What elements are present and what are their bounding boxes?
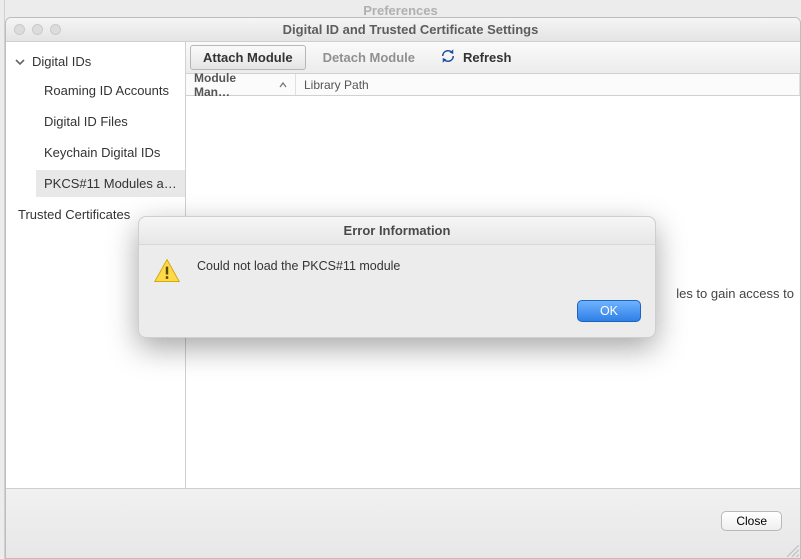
warning-icon — [153, 257, 181, 288]
window-title: Digital ID and Trusted Certificate Setti… — [61, 22, 800, 37]
footer: Close — [6, 488, 800, 558]
sidebar-item-pkcs11[interactable]: PKCS#11 Modules and Tokens — [36, 170, 185, 197]
column-module-manufacturer[interactable]: Module Man… — [186, 74, 296, 95]
close-dot-icon[interactable] — [14, 24, 25, 35]
error-dialog: Error Information Could not load the PKC… — [138, 216, 656, 338]
refresh-button[interactable]: Refresh — [429, 42, 521, 73]
window-controls — [6, 24, 61, 35]
column-library-path[interactable]: Library Path — [296, 74, 800, 95]
zoom-dot-icon[interactable] — [50, 24, 61, 35]
chevron-down-icon — [14, 56, 26, 68]
button-label: Close — [736, 514, 767, 528]
minimize-dot-icon[interactable] — [32, 24, 43, 35]
sidebar-item-digital-id-files[interactable]: Digital ID Files — [36, 108, 185, 135]
dialog-message: Could not load the PKCS#11 module — [197, 257, 400, 288]
column-label: Library Path — [304, 78, 369, 92]
background-window-title: Preferences — [0, 0, 801, 18]
sidebar-item-keychain[interactable]: Keychain Digital IDs — [36, 139, 185, 166]
ok-button[interactable]: OK — [577, 300, 641, 322]
column-label: Module Man… — [194, 71, 275, 99]
dialog-title: Error Information — [139, 217, 655, 245]
detach-module-button[interactable]: Detach Module — [309, 42, 429, 73]
table-header: Module Man… Library Path — [186, 74, 800, 96]
resize-grip-icon[interactable] — [778, 536, 800, 558]
sidebar-root-label: Digital IDs — [32, 54, 177, 69]
titlebar: Digital ID and Trusted Certificate Setti… — [6, 18, 800, 42]
sidebar-item-label: Digital ID Files — [44, 114, 128, 129]
sidebar-item-roaming-id[interactable]: Roaming ID Accounts — [36, 77, 185, 104]
button-label: OK — [600, 304, 618, 318]
button-label: Attach Module — [203, 50, 293, 65]
sidebar-children: Roaming ID Accounts Digital ID Files Key… — [6, 77, 185, 197]
close-button[interactable]: Close — [721, 511, 782, 531]
sidebar-item-label: Keychain Digital IDs — [44, 145, 160, 160]
refresh-icon — [439, 47, 457, 68]
dialog-body: Could not load the PKCS#11 module — [139, 245, 655, 294]
button-label: Detach Module — [323, 50, 415, 65]
sidebar-item-label: Trusted Certificates — [18, 207, 130, 222]
sidebar-root-digital-ids[interactable]: Digital IDs — [6, 50, 185, 73]
sort-asc-icon — [279, 78, 287, 92]
dialog-footer: OK — [139, 294, 655, 332]
background-hint-text: les to gain access to — [676, 286, 794, 301]
toolbar: Attach Module Detach Module Refresh — [186, 42, 800, 74]
sidebar-item-label: PKCS#11 Modules and Tokens — [44, 176, 185, 191]
attach-module-button[interactable]: Attach Module — [190, 45, 306, 70]
button-label: Refresh — [463, 50, 511, 65]
sidebar-item-label: Roaming ID Accounts — [44, 83, 169, 98]
